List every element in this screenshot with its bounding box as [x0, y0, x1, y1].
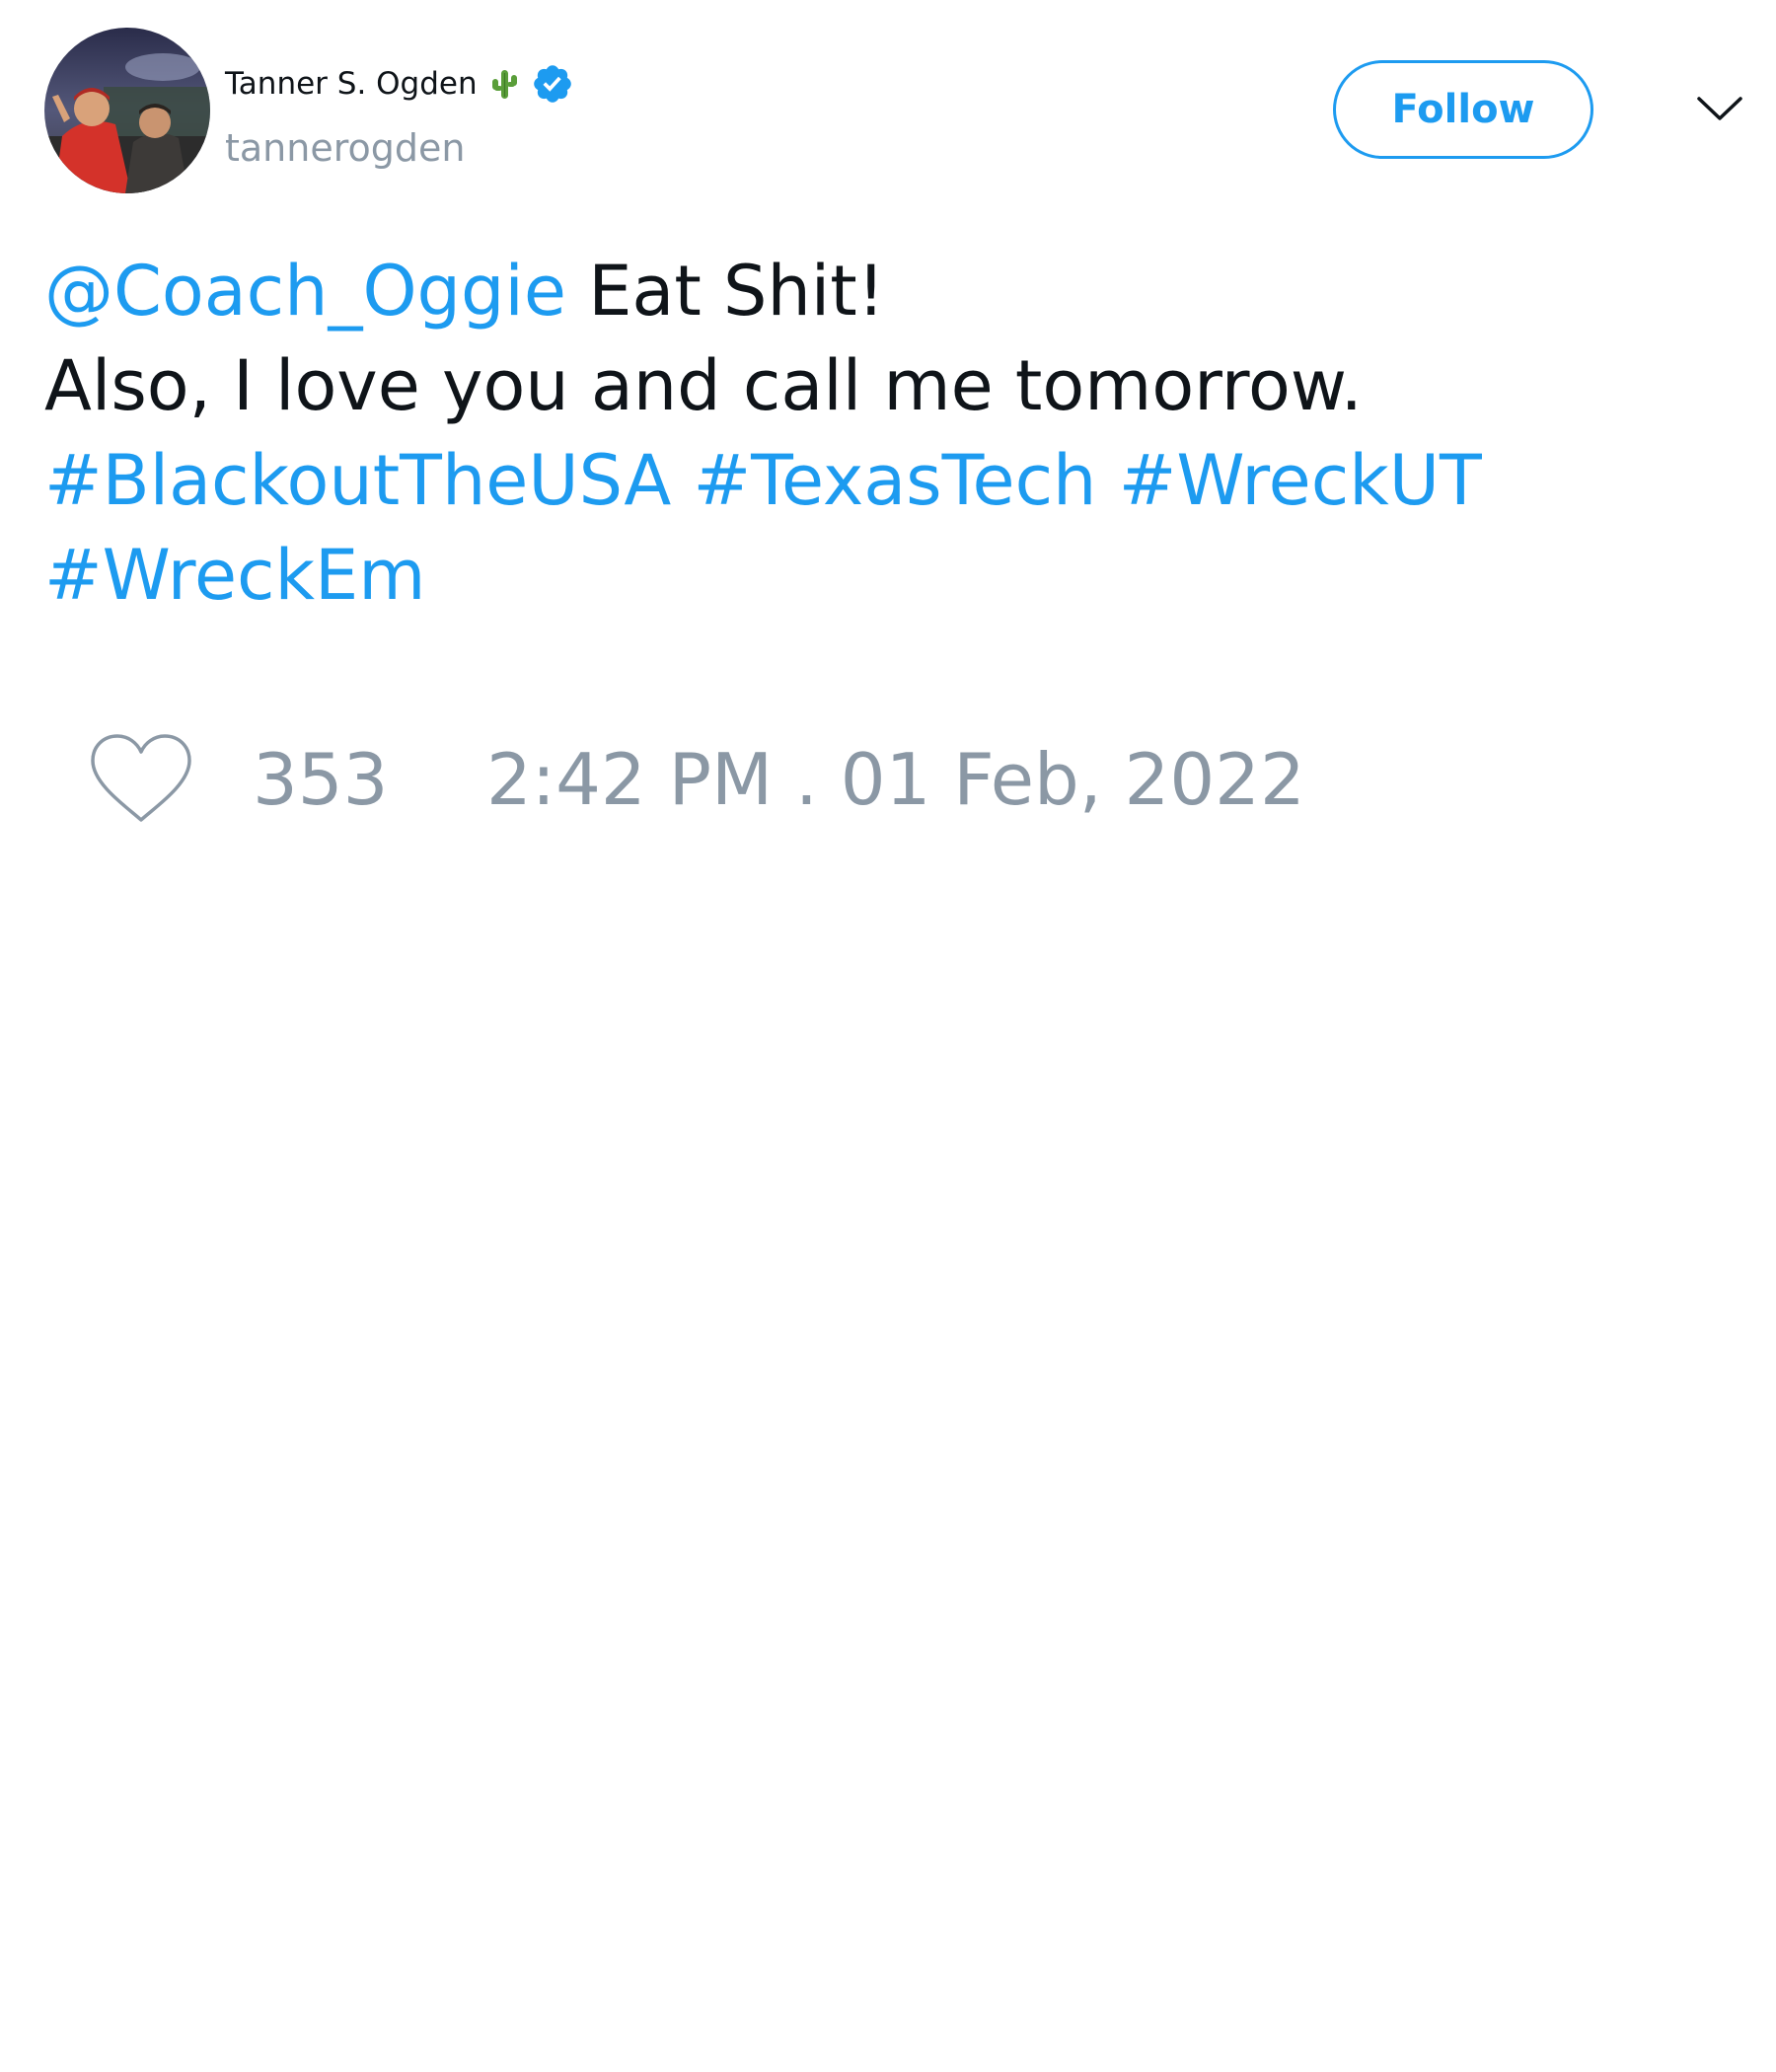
author-name-row: Tanner S. Ogden [225, 61, 574, 107]
hashtag-link[interactable]: #BlackoutTheUSA [44, 440, 671, 521]
mention-link[interactable]: @Coach_Oggie [44, 251, 566, 332]
author-handle[interactable]: tannerogden [225, 126, 465, 170]
tweet-text: @Coach_Oggie Eat Shit! Also, I love you … [44, 244, 1722, 623]
hashtag-link[interactable]: #WreckEm [44, 535, 425, 616]
tweet-text-segment: Eat Shit! [565, 251, 885, 332]
author-display-name[interactable]: Tanner S. Ogden [225, 66, 478, 102]
tweet-line-3: #BlackoutTheUSA #TexasTech #WreckUT [44, 433, 1722, 528]
tweet-line-2: Also, I love you and call me tomorrow. [44, 345, 1363, 426]
like-count[interactable]: 353 [253, 730, 388, 829]
tweet-line-1: @Coach_Oggie Eat Shit! [44, 244, 1722, 338]
avatar[interactable] [44, 28, 210, 193]
verified-badge-icon [533, 65, 571, 103]
heart-icon[interactable] [89, 733, 193, 826]
chevron-down-icon[interactable] [1695, 91, 1744, 126]
hashtag-link[interactable]: #TexasTech [694, 440, 1097, 521]
tweet-card: Tanner S. Ogden tannerogden Follow @Coac… [0, 0, 1776, 2072]
tweet-line-4: #WreckEm [44, 528, 1722, 623]
tweet-timestamp[interactable]: 2:42 PM . 01 Feb, 2022 [486, 730, 1305, 829]
avatar-photo [44, 28, 210, 193]
tweet-actions: 353 2:42 PM . 01 Feb, 2022 [89, 730, 1305, 829]
cactus-icon [491, 70, 517, 99]
follow-button[interactable]: Follow [1333, 60, 1593, 159]
hashtag-link[interactable]: #WreckUT [1119, 440, 1482, 521]
